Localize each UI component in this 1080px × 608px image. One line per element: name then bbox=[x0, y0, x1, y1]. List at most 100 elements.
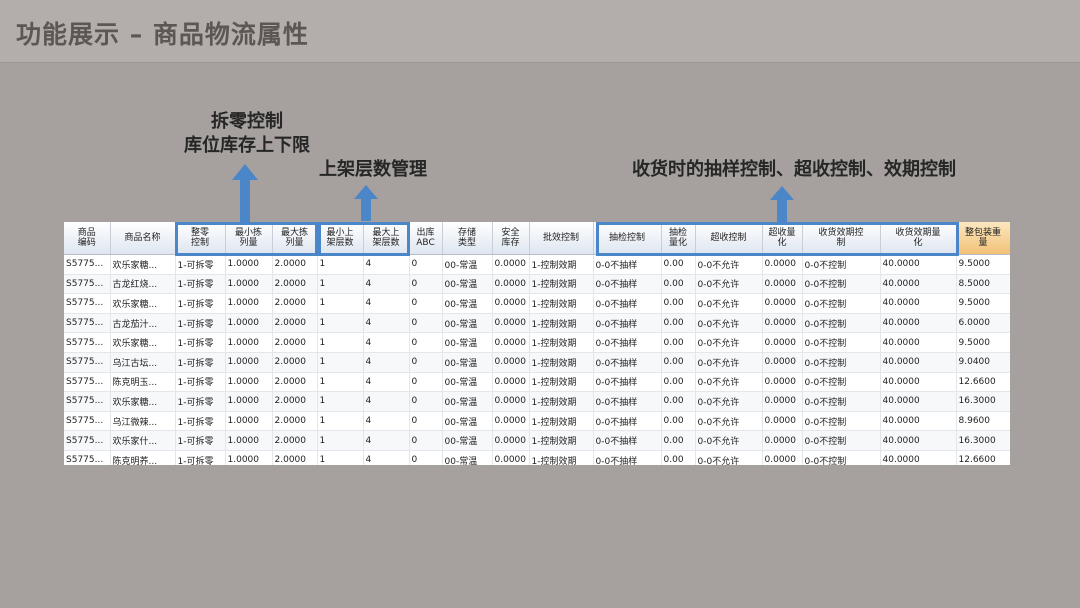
column-header[interactable]: 最小上 架层数 bbox=[317, 222, 364, 255]
column-header[interactable]: 最大拣 列量 bbox=[272, 222, 318, 255]
table-cell: S5775... bbox=[64, 391, 111, 412]
table-cell: 0.0000 bbox=[492, 391, 530, 412]
table-cell: 1 bbox=[317, 372, 364, 393]
table-cell: 0 bbox=[409, 391, 443, 412]
column-header[interactable]: 商品名称 bbox=[110, 222, 176, 255]
table-cell: 0-0不允许 bbox=[695, 332, 763, 353]
table-cell: 2.0000 bbox=[272, 274, 318, 295]
table-cell: 1 bbox=[317, 313, 364, 334]
table-cell: 1.0000 bbox=[225, 411, 273, 432]
table-cell: 1 bbox=[317, 411, 364, 432]
table-cell: 0.00 bbox=[661, 411, 696, 432]
table-cell: 00-常温 bbox=[442, 332, 493, 353]
column-header-label: 化 bbox=[913, 238, 923, 248]
table-cell: 4 bbox=[363, 391, 410, 412]
table-row[interactable]: S5775... 欢乐家糖... 1-可拆零 1.0000 2.0000 1 4 0 00-常温… bbox=[64, 332, 1010, 353]
column-header[interactable]: 商品 编码 bbox=[64, 222, 111, 255]
table-row[interactable]: S5775... 欢乐家糖... 1-可拆零 1.0000 2.0000 1 4 0 00-常温… bbox=[64, 391, 1010, 412]
column-header-label: 收货效期控 bbox=[818, 228, 864, 238]
table-cell: 0-0不控制 bbox=[802, 254, 881, 275]
table-cell: 0.00 bbox=[661, 274, 696, 295]
table-cell: 0-0不控制 bbox=[802, 430, 881, 451]
table-cell: 1-控制效期 bbox=[529, 274, 594, 295]
table-cell: 1-可拆零 bbox=[175, 372, 226, 393]
table-cell: 0.0000 bbox=[492, 332, 530, 353]
table-cell: 0.0000 bbox=[492, 411, 530, 432]
table-cell: 12.6600 bbox=[956, 372, 1010, 393]
table-cell: 40.0000 bbox=[880, 332, 957, 353]
table-cell: 1 bbox=[317, 430, 364, 451]
table-cell: S5775... bbox=[64, 254, 111, 275]
column-header-label: 最大拣 bbox=[280, 228, 308, 238]
column-header-label: 架层数 bbox=[326, 238, 354, 248]
table-cell: 0.0000 bbox=[492, 254, 530, 275]
table-cell: 1.0000 bbox=[225, 254, 273, 275]
table-cell: 00-常温 bbox=[442, 372, 493, 393]
column-header[interactable]: 最小拣 列量 bbox=[225, 222, 273, 255]
column-header[interactable]: 整包装重量 bbox=[956, 222, 1010, 255]
column-header[interactable]: 抽检 量化 bbox=[661, 222, 696, 255]
table-cell: 1.0000 bbox=[225, 274, 273, 295]
table-cell: 6.0000 bbox=[956, 313, 1010, 334]
table-row[interactable]: S5775... 欢乐家糖... 1-可拆零 1.0000 2.0000 1 4 0 00-常温… bbox=[64, 293, 1010, 314]
table-cell: 0-0不抽样 bbox=[593, 332, 662, 353]
table-row[interactable]: S5775... 乌江微辣... 1-可拆零 1.0000 2.0000 1 4 0 00-常温… bbox=[64, 411, 1010, 432]
table-cell: 4 bbox=[363, 411, 410, 432]
table-cell: 4 bbox=[363, 254, 410, 275]
table-cell: 欢乐家什... bbox=[110, 430, 176, 451]
table-cell: 2.0000 bbox=[272, 411, 318, 432]
table-cell: 0-0不允许 bbox=[695, 274, 763, 295]
table-cell: 1 bbox=[317, 391, 364, 412]
table-cell: 0-0不允许 bbox=[695, 372, 763, 393]
column-header[interactable]: 超收量化 bbox=[762, 222, 803, 255]
column-header[interactable]: 最大上 架层数 bbox=[363, 222, 410, 255]
column-header[interactable]: 安全 库存 bbox=[492, 222, 530, 255]
table-cell: 1-控制效期 bbox=[529, 411, 594, 432]
table-cell: 0-0不允许 bbox=[695, 430, 763, 451]
table-row[interactable]: S5775... 古龙茄汁... 1-可拆零 1.0000 2.0000 1 4 0 00-常温… bbox=[64, 313, 1010, 334]
table-cell: S5775... bbox=[64, 372, 111, 393]
table-cell: 0.0000 bbox=[762, 430, 803, 451]
column-header[interactable]: 存储 类型 bbox=[442, 222, 493, 255]
table-row[interactable]: S5775... 古龙红烧... 1-可拆零 1.0000 2.0000 1 4 0 00-常温… bbox=[64, 274, 1010, 295]
table-cell: 0 bbox=[409, 450, 443, 465]
column-header[interactable]: 批效控制 bbox=[529, 222, 594, 255]
table-cell: 0 bbox=[409, 254, 443, 275]
table-cell: 0-0不抽样 bbox=[593, 352, 662, 373]
column-header-label: 超收控制 bbox=[710, 233, 747, 243]
data-table: 商品 编码 商品名称 整零 控制 最小拣 列量 最大拣 列量 最小上 架层数 最大上 架层数 出库 ABC 存… bbox=[64, 222, 1010, 465]
column-header[interactable]: 整零 控制 bbox=[175, 222, 226, 255]
table-cell: 1.0000 bbox=[225, 332, 273, 353]
table-cell: 1-控制效期 bbox=[529, 332, 594, 353]
column-header[interactable]: 出库 ABC bbox=[409, 222, 443, 255]
table-row[interactable]: S5775... 乌江古坛... 1-可拆零 1.0000 2.0000 1 4 0 00-常温… bbox=[64, 352, 1010, 373]
table-cell: 00-常温 bbox=[442, 313, 493, 334]
table-cell: 0-0不允许 bbox=[695, 391, 763, 412]
column-header[interactable]: 收货效期量化 bbox=[880, 222, 957, 255]
table-row[interactable]: S5775... 欢乐家糖... 1-可拆零 1.0000 2.0000 1 4 0 00-常温… bbox=[64, 254, 1010, 275]
table-cell: S5775... bbox=[64, 313, 111, 334]
table-cell: 1.0000 bbox=[225, 372, 273, 393]
table-cell: 1-控制效期 bbox=[529, 293, 594, 314]
table-cell: 2.0000 bbox=[272, 372, 318, 393]
table-cell: 40.0000 bbox=[880, 352, 957, 373]
table-row[interactable]: S5775... 欢乐家什... 1-可拆零 1.0000 2.0000 1 4 0 00-常温… bbox=[64, 430, 1010, 451]
table-cell: 0-0不控制 bbox=[802, 411, 881, 432]
column-header-label: 整包装重 bbox=[964, 228, 1001, 238]
column-header[interactable]: 收货效期控制 bbox=[802, 222, 881, 255]
column-header-label: 类型 bbox=[457, 238, 476, 248]
column-header[interactable]: 超收控制 bbox=[695, 222, 763, 255]
table-cell: 0.0000 bbox=[492, 430, 530, 451]
table-row[interactable]: S5775... 陈克明荞... 1-可拆零 1.0000 2.0000 1 4 0 00-常温… bbox=[64, 450, 1010, 465]
table-cell: 9.5000 bbox=[956, 293, 1010, 314]
table-cell: 1.0000 bbox=[225, 352, 273, 373]
table-row[interactable]: S5775... 陈克明玉... 1-可拆零 1.0000 2.0000 1 4 0 00-常温… bbox=[64, 372, 1010, 393]
column-header[interactable]: 抽检控制 bbox=[593, 222, 662, 255]
table-cell: 0.0000 bbox=[492, 352, 530, 373]
column-header-label: 存储 bbox=[457, 228, 476, 238]
table-cell: 古龙茄汁... bbox=[110, 313, 176, 334]
table-cell: 0-0不允许 bbox=[695, 450, 763, 465]
table-cell: 16.3000 bbox=[956, 391, 1010, 412]
table-cell: 0 bbox=[409, 352, 443, 373]
table-cell: 1-可拆零 bbox=[175, 411, 226, 432]
